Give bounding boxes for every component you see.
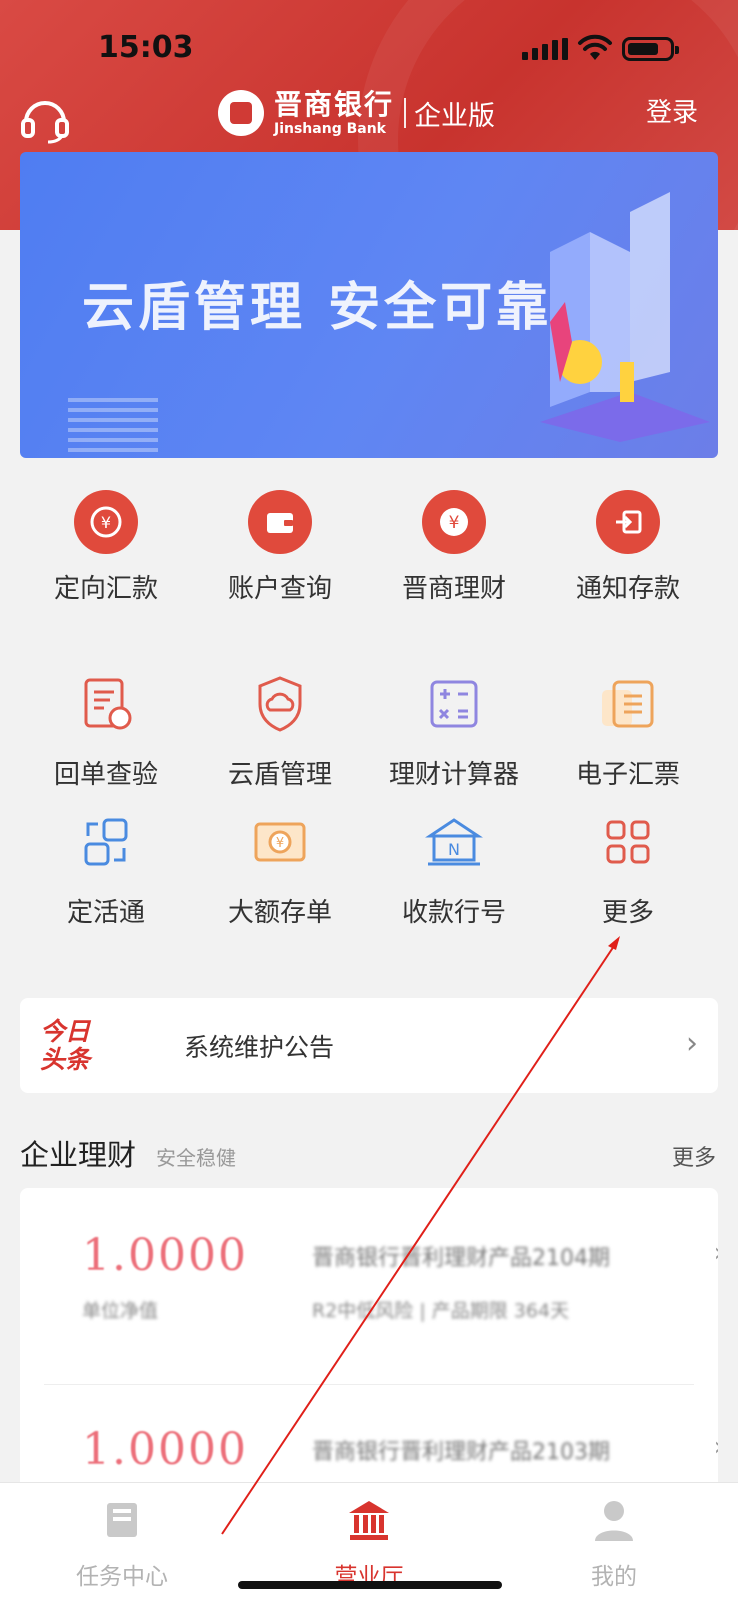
customer-service-icon[interactable]: [18, 92, 72, 146]
service-label: 云盾管理: [227, 760, 332, 790]
quick-action-wealth-products[interactable]: ¥ 晋商理财: [362, 490, 546, 605]
bank-name-cn: 晋商银行: [274, 87, 395, 121]
exchange-icon: [84, 818, 128, 866]
quick-action-label: 通知存款: [575, 574, 680, 604]
service-more[interactable]: 更多: [536, 810, 720, 929]
quick-action-label: 账户查询: [227, 574, 332, 604]
product-rate: 1.0000: [82, 1424, 248, 1475]
quick-action-label: 定向汇款: [53, 574, 158, 604]
cellular-signal-icon: [522, 38, 568, 60]
product-name: 晋商银行晋利理财产品2103期: [312, 1440, 610, 1465]
row-divider: [44, 1384, 694, 1385]
tab-mine[interactable]: 我的: [534, 1495, 694, 1591]
svg-text:¥: ¥: [101, 513, 111, 532]
service-receipt-check[interactable]: 回单查验: [14, 672, 198, 791]
svg-text:¥: ¥: [449, 513, 460, 533]
svg-text:N: N: [448, 840, 460, 859]
battery-icon: [622, 37, 679, 61]
tab-label: 我的: [591, 1564, 637, 1590]
edition-label: 企业版: [414, 100, 496, 132]
chevron-right-icon: ›: [714, 1238, 718, 1268]
service-label: 回单查验: [53, 760, 158, 790]
wifi-icon: [578, 34, 612, 60]
bank-name-en: Jinshang Bank: [274, 120, 386, 137]
service-bank-code[interactable]: N 收款行号: [362, 810, 546, 929]
tab-bank-hall[interactable]: 营业厅: [289, 1495, 449, 1591]
logo-divider: [404, 98, 407, 128]
banner-decoration: [68, 392, 158, 452]
bank-hall-icon: [349, 1501, 389, 1540]
bank-building-icon: N: [425, 818, 483, 866]
service-calculator[interactable]: 理财计算器: [362, 672, 546, 791]
receipt-check-icon: [84, 678, 132, 730]
product-rate: 1.0000: [82, 1230, 248, 1281]
service-label: 电子汇票: [575, 760, 680, 790]
badge-line-2: 头条: [40, 1045, 91, 1074]
quick-actions-grid: ¥ 定向汇款 账户查询 ¥ 晋商理财 通知存款: [0, 490, 738, 620]
quick-action-directional-remit[interactable]: ¥ 定向汇款: [14, 490, 198, 605]
quick-action-account-query[interactable]: 账户查询: [188, 490, 372, 605]
finance-products-card: 1.0000 单位净值 晋商银行晋利理财产品2104期 R2中低风险 | 产品期…: [20, 1188, 718, 1518]
today-headline-badge: 今日 头条: [40, 1018, 104, 1074]
notice-deposit-icon: [596, 490, 660, 554]
service-label: 定活通: [66, 898, 145, 928]
headline-news-bar[interactable]: 今日 头条 系统维护公告 ›: [20, 998, 718, 1093]
bank-logo: 晋商银行 Jinshang Bank 企业版: [218, 90, 495, 136]
finance-product-row[interactable]: 1.0000 单位净值 晋商银行晋利理财产品2104期 R2中低风险 | 产品期…: [20, 1188, 718, 1373]
service-cloud-shield[interactable]: 云盾管理: [188, 672, 372, 791]
certificate-icon: ¥: [254, 822, 306, 862]
tab-task-center[interactable]: 任务中心: [42, 1495, 202, 1591]
product-name: 晋商银行晋利理财产品2104期: [312, 1246, 610, 1271]
yuan-coin-icon: ¥: [422, 490, 486, 554]
home-indicator: [238, 1581, 502, 1589]
task-center-icon: [107, 1503, 137, 1537]
user-icon: [595, 1501, 633, 1541]
quick-action-notice-deposit[interactable]: 通知存款: [536, 490, 720, 605]
quick-action-label: 晋商理财: [401, 574, 506, 604]
service-label: 理财计算器: [388, 760, 519, 790]
cloud-shield-icon: [258, 676, 302, 732]
grid-more-icon: [606, 820, 650, 864]
section-more-link[interactable]: 更多: [672, 1140, 716, 1172]
service-label: 大额存单: [227, 898, 332, 928]
service-label: 收款行号: [401, 898, 506, 928]
services-grid: 回单查验 云盾管理 理财计算器 电子汇票 定活通 ¥ 大额存单 N 收款行号 更…: [0, 672, 738, 932]
promo-banner[interactable]: 云盾管理 安全可靠: [20, 152, 718, 458]
calculator-icon: [430, 680, 478, 728]
chevron-right-icon: ›: [714, 1432, 718, 1462]
service-e-draft[interactable]: 电子汇票: [536, 672, 720, 791]
e-draft-icon: [602, 680, 654, 728]
top-nav: 晋商银行 Jinshang Bank 企业版 登录: [0, 80, 738, 150]
tab-label: 任务中心: [76, 1564, 168, 1590]
banner-illustration: [540, 192, 710, 442]
badge-line-1: 今日: [40, 1017, 91, 1046]
service-fixed-demand[interactable]: 定活通: [14, 810, 198, 929]
section-subtitle: 安全稳健: [156, 1146, 236, 1170]
chevron-right-icon: ›: [686, 1026, 698, 1061]
product-rate-label: 单位净值: [82, 1300, 159, 1322]
product-meta: R2中低风险 | 产品期限 364天: [312, 1300, 570, 1322]
remit-icon: ¥: [74, 490, 138, 554]
bank-logo-mark-icon: [218, 90, 264, 136]
service-large-cd[interactable]: ¥ 大额存单: [188, 810, 372, 929]
banner-title: 云盾管理 安全可靠: [82, 278, 553, 338]
news-headline: 系统维护公告: [184, 1033, 335, 1062]
svg-text:¥: ¥: [276, 836, 284, 851]
wallet-icon: [248, 490, 312, 554]
section-title: 企业理财: [20, 1138, 137, 1172]
login-button[interactable]: 登录: [646, 92, 698, 129]
service-label: 更多: [601, 898, 654, 928]
status-time: 15:03: [98, 30, 194, 65]
